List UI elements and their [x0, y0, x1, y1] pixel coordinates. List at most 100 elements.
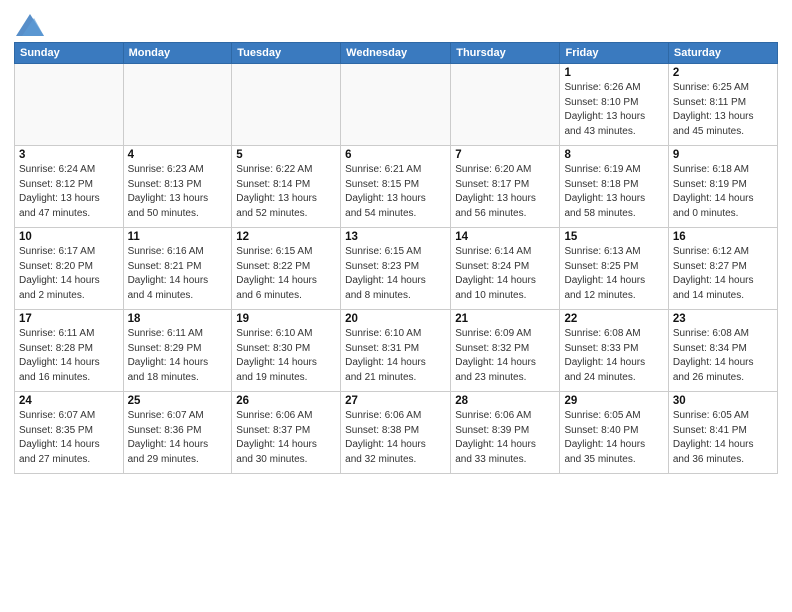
logo: [14, 14, 44, 36]
day-info: Sunrise: 6:12 AM Sunset: 8:27 PM Dayligh…: [673, 245, 773, 303]
day-cell: 17 Sunrise: 6:11 AM Sunset: 8:28 PM Dayli…: [15, 310, 124, 392]
day-number: 14: [455, 231, 555, 243]
day-cell: 1 Sunrise: 6:26 AM Sunset: 8:10 PM Daylig…: [560, 64, 668, 146]
weekday-saturday: Saturday: [668, 43, 777, 64]
day-info: Sunrise: 6:07 AM Sunset: 8:35 PM Dayligh…: [19, 409, 119, 467]
day-number: 8: [564, 149, 663, 161]
week-row-4: 17 Sunrise: 6:11 AM Sunset: 8:28 PM Dayli…: [15, 310, 778, 392]
day-info: Sunrise: 6:15 AM Sunset: 8:23 PM Dayligh…: [345, 245, 446, 303]
logo-icon: [16, 14, 44, 36]
day-info: Sunrise: 6:10 AM Sunset: 8:30 PM Dayligh…: [236, 327, 336, 385]
day-number: 28: [455, 395, 555, 407]
day-number: 10: [19, 231, 119, 243]
day-info: Sunrise: 6:05 AM Sunset: 8:41 PM Dayligh…: [673, 409, 773, 467]
day-cell: 25 Sunrise: 6:07 AM Sunset: 8:36 PM Dayli…: [123, 392, 232, 474]
header: [14, 10, 778, 36]
day-info: Sunrise: 6:08 AM Sunset: 8:34 PM Dayligh…: [673, 327, 773, 385]
day-number: 1: [564, 67, 663, 79]
day-info: Sunrise: 6:06 AM Sunset: 8:38 PM Dayligh…: [345, 409, 446, 467]
weekday-wednesday: Wednesday: [341, 43, 451, 64]
day-cell: 29 Sunrise: 6:05 AM Sunset: 8:40 PM Dayli…: [560, 392, 668, 474]
day-number: 2: [673, 67, 773, 79]
day-number: 19: [236, 313, 336, 325]
day-info: Sunrise: 6:10 AM Sunset: 8:31 PM Dayligh…: [345, 327, 446, 385]
day-number: 16: [673, 231, 773, 243]
day-cell: 15 Sunrise: 6:13 AM Sunset: 8:25 PM Dayli…: [560, 228, 668, 310]
day-cell: 27 Sunrise: 6:06 AM Sunset: 8:38 PM Dayli…: [341, 392, 451, 474]
day-number: 4: [128, 149, 228, 161]
day-number: 26: [236, 395, 336, 407]
week-row-5: 24 Sunrise: 6:07 AM Sunset: 8:35 PM Dayli…: [15, 392, 778, 474]
day-cell: 21 Sunrise: 6:09 AM Sunset: 8:32 PM Dayli…: [451, 310, 560, 392]
day-number: 24: [19, 395, 119, 407]
day-info: Sunrise: 6:18 AM Sunset: 8:19 PM Dayligh…: [673, 163, 773, 221]
day-cell: 12 Sunrise: 6:15 AM Sunset: 8:22 PM Dayli…: [232, 228, 341, 310]
day-cell: 11 Sunrise: 6:16 AM Sunset: 8:21 PM Dayli…: [123, 228, 232, 310]
day-info: Sunrise: 6:26 AM Sunset: 8:10 PM Dayligh…: [564, 81, 663, 139]
day-info: Sunrise: 6:09 AM Sunset: 8:32 PM Dayligh…: [455, 327, 555, 385]
day-info: Sunrise: 6:23 AM Sunset: 8:13 PM Dayligh…: [128, 163, 228, 221]
day-info: Sunrise: 6:25 AM Sunset: 8:11 PM Dayligh…: [673, 81, 773, 139]
day-info: Sunrise: 6:11 AM Sunset: 8:28 PM Dayligh…: [19, 327, 119, 385]
weekday-sunday: Sunday: [15, 43, 124, 64]
day-info: Sunrise: 6:17 AM Sunset: 8:20 PM Dayligh…: [19, 245, 119, 303]
day-info: Sunrise: 6:19 AM Sunset: 8:18 PM Dayligh…: [564, 163, 663, 221]
day-cell: 13 Sunrise: 6:15 AM Sunset: 8:23 PM Dayli…: [341, 228, 451, 310]
day-cell: 22 Sunrise: 6:08 AM Sunset: 8:33 PM Dayli…: [560, 310, 668, 392]
day-number: 22: [564, 313, 663, 325]
day-info: Sunrise: 6:11 AM Sunset: 8:29 PM Dayligh…: [128, 327, 228, 385]
day-number: 7: [455, 149, 555, 161]
day-number: 13: [345, 231, 446, 243]
day-info: Sunrise: 6:16 AM Sunset: 8:21 PM Dayligh…: [128, 245, 228, 303]
day-info: Sunrise: 6:05 AM Sunset: 8:40 PM Dayligh…: [564, 409, 663, 467]
day-number: 25: [128, 395, 228, 407]
day-cell: 4 Sunrise: 6:23 AM Sunset: 8:13 PM Daylig…: [123, 146, 232, 228]
day-cell: 8 Sunrise: 6:19 AM Sunset: 8:18 PM Daylig…: [560, 146, 668, 228]
page-container: SundayMondayTuesdayWednesdayThursdayFrid…: [0, 0, 792, 484]
day-number: 15: [564, 231, 663, 243]
day-info: Sunrise: 6:07 AM Sunset: 8:36 PM Dayligh…: [128, 409, 228, 467]
day-number: 3: [19, 149, 119, 161]
day-info: Sunrise: 6:20 AM Sunset: 8:17 PM Dayligh…: [455, 163, 555, 221]
day-info: Sunrise: 6:24 AM Sunset: 8:12 PM Dayligh…: [19, 163, 119, 221]
day-number: 27: [345, 395, 446, 407]
day-number: 6: [345, 149, 446, 161]
day-info: Sunrise: 6:14 AM Sunset: 8:24 PM Dayligh…: [455, 245, 555, 303]
day-number: 23: [673, 313, 773, 325]
day-cell: 16 Sunrise: 6:12 AM Sunset: 8:27 PM Dayli…: [668, 228, 777, 310]
week-row-1: 1 Sunrise: 6:26 AM Sunset: 8:10 PM Daylig…: [15, 64, 778, 146]
day-number: 18: [128, 313, 228, 325]
day-info: Sunrise: 6:15 AM Sunset: 8:22 PM Dayligh…: [236, 245, 336, 303]
day-cell: 2 Sunrise: 6:25 AM Sunset: 8:11 PM Daylig…: [668, 64, 777, 146]
week-row-3: 10 Sunrise: 6:17 AM Sunset: 8:20 PM Dayli…: [15, 228, 778, 310]
day-info: Sunrise: 6:06 AM Sunset: 8:37 PM Dayligh…: [236, 409, 336, 467]
day-cell: 23 Sunrise: 6:08 AM Sunset: 8:34 PM Dayli…: [668, 310, 777, 392]
day-number: 20: [345, 313, 446, 325]
day-info: Sunrise: 6:13 AM Sunset: 8:25 PM Dayligh…: [564, 245, 663, 303]
week-row-2: 3 Sunrise: 6:24 AM Sunset: 8:12 PM Daylig…: [15, 146, 778, 228]
weekday-monday: Monday: [123, 43, 232, 64]
day-cell: 20 Sunrise: 6:10 AM Sunset: 8:31 PM Dayli…: [341, 310, 451, 392]
day-number: 17: [19, 313, 119, 325]
calendar-table: SundayMondayTuesdayWednesdayThursdayFrid…: [14, 42, 778, 474]
day-number: 30: [673, 395, 773, 407]
day-cell: 6 Sunrise: 6:21 AM Sunset: 8:15 PM Daylig…: [341, 146, 451, 228]
day-cell: 3 Sunrise: 6:24 AM Sunset: 8:12 PM Daylig…: [15, 146, 124, 228]
day-number: 29: [564, 395, 663, 407]
day-info: Sunrise: 6:21 AM Sunset: 8:15 PM Dayligh…: [345, 163, 446, 221]
day-number: 5: [236, 149, 336, 161]
day-cell: 30 Sunrise: 6:05 AM Sunset: 8:41 PM Dayli…: [668, 392, 777, 474]
weekday-tuesday: Tuesday: [232, 43, 341, 64]
day-cell: [15, 64, 124, 146]
day-number: 11: [128, 231, 228, 243]
day-cell: 26 Sunrise: 6:06 AM Sunset: 8:37 PM Dayli…: [232, 392, 341, 474]
day-cell: 7 Sunrise: 6:20 AM Sunset: 8:17 PM Daylig…: [451, 146, 560, 228]
day-cell: 14 Sunrise: 6:14 AM Sunset: 8:24 PM Dayli…: [451, 228, 560, 310]
day-info: Sunrise: 6:08 AM Sunset: 8:33 PM Dayligh…: [564, 327, 663, 385]
day-cell: [341, 64, 451, 146]
day-number: 21: [455, 313, 555, 325]
day-cell: [451, 64, 560, 146]
day-number: 12: [236, 231, 336, 243]
weekday-header-row: SundayMondayTuesdayWednesdayThursdayFrid…: [15, 43, 778, 64]
day-number: 9: [673, 149, 773, 161]
